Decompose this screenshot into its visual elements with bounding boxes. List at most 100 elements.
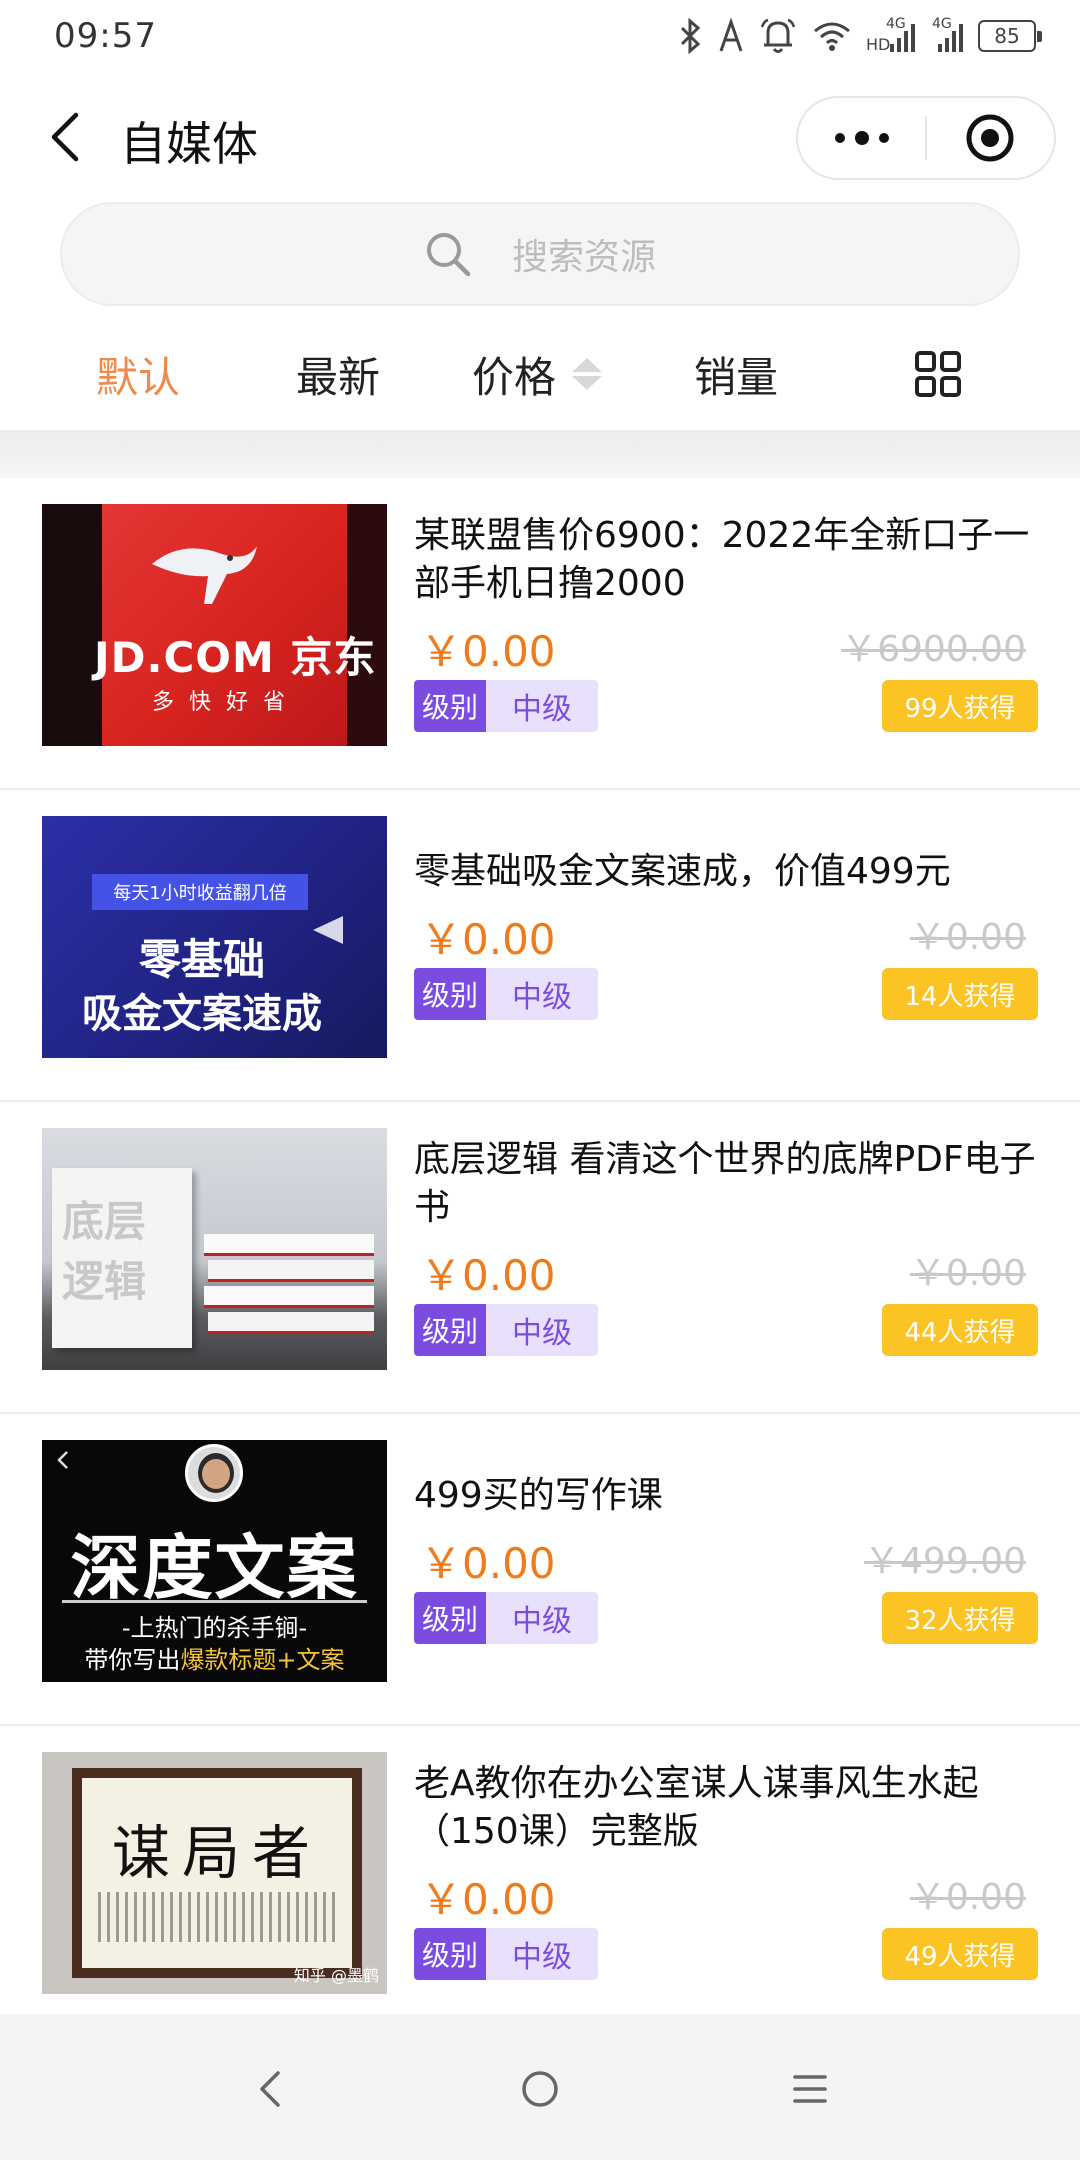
home-nav-icon — [522, 2071, 558, 2107]
more-button[interactable] — [798, 96, 925, 180]
thumb-tagline: 带你写出爆款标题+文案 — [42, 1640, 387, 1675]
search-input[interactable]: 搜索资源 — [60, 202, 1020, 306]
close-mini-program-button[interactable] — [927, 96, 1054, 180]
system-home-button[interactable] — [505, 2054, 575, 2124]
jd-mascot-icon — [152, 546, 257, 604]
thumb-main-text: 深度文案 — [70, 1527, 359, 1609]
level-tag-key: 级别 — [414, 1928, 486, 1980]
location-icon — [718, 16, 744, 56]
target-icon — [966, 114, 1014, 162]
item-title: 某联盟售价6900：2022年全新口子一部手机日撸2000 — [414, 515, 1030, 604]
thumb-line-2: 吸金文案速成 — [82, 991, 322, 1037]
chevron-left-icon — [57, 1451, 68, 1469]
tab-price-label: 价格 — [472, 352, 557, 402]
section-divider — [0, 430, 1080, 478]
battery-icon: 85 — [978, 20, 1042, 52]
level-tag-value: 中级 — [486, 968, 598, 1020]
item-thumbnail: 每天1小时收益翻几倍 零基础 吸金文案速成 — [42, 816, 387, 1058]
system-navigation-bar — [0, 2014, 1080, 2160]
thumb-banner: 每天1小时收益翻几倍 — [92, 874, 308, 910]
item-title: 499买的写作课 — [414, 1475, 663, 1516]
nav-bar: 自媒体 — [0, 72, 1080, 202]
list-item[interactable]: 深度文案 -上热门的杀手锏- 带你写出爆款标题+文案 499买的写作课 ￥0.0… — [0, 1414, 1080, 1726]
resource-list: JD.COM 京东 多 快 好 省 某联盟售价6900：2022年全新口子一部手… — [0, 478, 1080, 2038]
thumb-watermark: 知乎 @墨鹤 — [293, 1966, 379, 1985]
level-tag: 级别 中级 — [414, 1592, 598, 1644]
level-tag-value: 中级 — [486, 680, 598, 732]
sold-badge: 32人获得 — [882, 1592, 1038, 1644]
item-price: ￥0.00 — [420, 1251, 556, 1300]
thumb-sub-text: -上热门的杀手锏- — [121, 1614, 308, 1642]
level-tag: 级别 中级 — [414, 680, 598, 732]
list-item[interactable]: 底层 逻辑 底层逻辑 看清这个世界的底牌PDF电子书 ￥0.00 ￥0.00 级… — [0, 1102, 1080, 1414]
grid-icon — [915, 351, 961, 397]
level-tag-value: 中级 — [486, 1592, 598, 1644]
sold-badge: 99人获得 — [882, 680, 1038, 732]
back-nav-icon — [260, 2071, 280, 2107]
signal-icon: HD 4G — [866, 16, 916, 56]
battery-level: 85 — [994, 24, 1020, 48]
system-menu-button[interactable] — [775, 2054, 845, 2124]
back-button[interactable] — [36, 102, 92, 172]
item-price: ￥0.00 — [420, 1875, 556, 1924]
tab-sales[interactable]: 销量 — [694, 344, 778, 404]
item-original-price: ￥499.00 — [864, 1541, 1026, 1582]
level-tag: 级别 中级 — [414, 1304, 598, 1356]
thumb-line-1: 底层 — [62, 1197, 147, 1246]
item-original-price: ￥6900.00 — [841, 629, 1026, 670]
level-tag-key: 级别 — [414, 1592, 486, 1644]
item-price: ￥0.00 — [420, 627, 556, 676]
thumb-tagline-b: 爆款标题+文案 — [180, 1646, 345, 1674]
back-icon — [51, 112, 79, 162]
calligraphy-lines — [98, 1892, 338, 1942]
thumb-main-text: 谋局者 — [111, 1819, 322, 1887]
flag-icon — [313, 916, 343, 944]
sold-badge: 49人获得 — [882, 1928, 1038, 1980]
thumb-line-2: 逻辑 — [62, 1257, 147, 1306]
tab-price[interactable]: 价格 — [472, 344, 603, 404]
network-hd: HD — [866, 35, 891, 54]
sold-badge: 44人获得 — [882, 1304, 1038, 1356]
item-title: 零基础吸金文案速成，价值499元 — [414, 851, 951, 892]
sold-badge: 14人获得 — [882, 968, 1038, 1020]
item-thumbnail: 深度文案 -上热门的杀手锏- 带你写出爆款标题+文案 — [42, 1440, 387, 1682]
item-price: ￥0.00 — [420, 1539, 556, 1588]
status-bar: 09:57 HD 4G 4G 85 — [0, 0, 1080, 72]
tab-default[interactable]: 默认 — [96, 344, 180, 404]
avatar — [185, 1444, 243, 1502]
level-tag: 级别 中级 — [414, 1928, 598, 1980]
grid-view-button[interactable] — [914, 344, 962, 404]
item-original-price: ￥0.00 — [909, 1253, 1026, 1294]
item-title: 底层逻辑 看清这个世界的底牌PDF电子书 — [414, 1139, 1036, 1228]
thumb-sub-text: 多 快 好 省 — [152, 690, 289, 715]
sort-arrows-icon — [572, 358, 603, 390]
status-icons: HD 4G 4G 85 — [676, 14, 1042, 58]
signal-icon: 4G — [930, 16, 964, 56]
system-back-button[interactable] — [235, 2054, 305, 2124]
level-tag-value: 中级 — [486, 1928, 598, 1980]
more-icon — [834, 131, 889, 145]
menu-nav-icon — [793, 2075, 827, 2103]
sort-bar: 默认 最新 价格 销量 — [0, 320, 1080, 430]
item-price: ￥0.00 — [420, 915, 556, 964]
mini-program-capsule — [796, 96, 1056, 180]
list-item[interactable]: 每天1小时收益翻几倍 零基础 吸金文案速成 零基础吸金文案速成，价值499元 ￥… — [0, 790, 1080, 1102]
status-time: 09:57 — [54, 16, 157, 56]
level-tag-value: 中级 — [486, 1304, 598, 1356]
item-thumbnail: 底层 逻辑 — [42, 1128, 387, 1370]
alarm-icon — [758, 16, 798, 56]
level-tag-key: 级别 — [414, 968, 486, 1020]
page-title: 自媒体 — [120, 117, 258, 171]
level-tag: 级别 中级 — [414, 968, 598, 1020]
item-thumbnail: 谋局者 知乎 @墨鹤 — [42, 1752, 387, 1994]
thumb-tagline-a: 带你写出 — [84, 1646, 181, 1674]
wifi-icon — [812, 16, 852, 56]
item-title: 老A教你在办公室谋人谋事风生水起（150课）完整版 — [414, 1763, 979, 1852]
bluetooth-icon — [676, 16, 704, 56]
list-item[interactable]: JD.COM 京东 多 快 好 省 某联盟售价6900：2022年全新口子一部手… — [0, 478, 1080, 790]
item-thumbnail: JD.COM 京东 多 快 好 省 — [42, 504, 387, 746]
tab-newest[interactable]: 最新 — [296, 344, 380, 404]
list-item[interactable]: 谋局者 知乎 @墨鹤 老A教你在办公室谋人谋事风生水起（150课）完整版 ￥0.… — [0, 1726, 1080, 2038]
level-tag-key: 级别 — [414, 680, 486, 732]
item-original-price: ￥0.00 — [909, 1877, 1026, 1918]
